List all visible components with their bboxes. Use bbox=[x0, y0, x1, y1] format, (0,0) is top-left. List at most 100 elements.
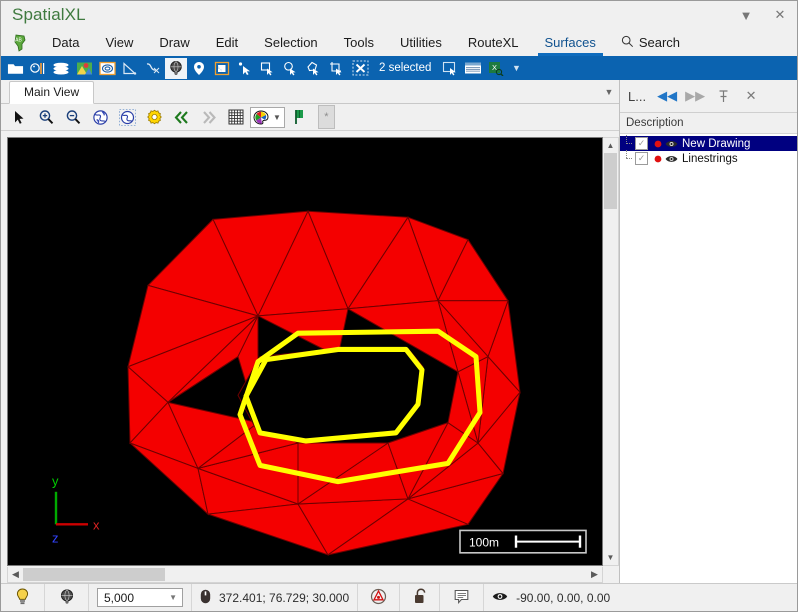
layer-visibility-icon[interactable] bbox=[664, 139, 679, 149]
layers-column-header: Description bbox=[620, 113, 797, 134]
palette-tools-icon[interactable] bbox=[27, 58, 49, 79]
title-bar: SpatialXL ▼ ✕ bbox=[1, 1, 797, 29]
comment-icon[interactable] bbox=[454, 589, 469, 607]
layers-panel-title: L... bbox=[628, 88, 647, 104]
tab-main-view[interactable]: Main View bbox=[9, 81, 95, 104]
select-polygon-icon[interactable] bbox=[303, 58, 325, 79]
map-pin-icon[interactable] bbox=[188, 58, 210, 79]
map-canvas[interactable]: y x z 100m bbox=[7, 137, 603, 566]
table-report-icon[interactable] bbox=[462, 58, 484, 79]
menu-item-tools[interactable]: Tools bbox=[331, 29, 387, 56]
layer-row-new-drawing[interactable]: ✓ New Drawing bbox=[620, 135, 797, 151]
status-annotation-cell[interactable] bbox=[440, 584, 485, 611]
chevron-down-icon[interactable]: ▼ bbox=[603, 550, 618, 565]
layer-checkbox[interactable]: ✓ bbox=[635, 152, 648, 165]
globe-surface-icon[interactable] bbox=[165, 57, 187, 79]
menu-label: Draw bbox=[159, 35, 190, 50]
layer-checkbox[interactable]: ✓ bbox=[635, 137, 648, 150]
gear-settings-icon[interactable] bbox=[142, 106, 167, 128]
horizontal-scroll-thumb[interactable] bbox=[23, 568, 165, 581]
menu-item-selection[interactable]: Selection bbox=[251, 29, 330, 56]
color-palette-icon bbox=[251, 109, 270, 125]
map-image-icon[interactable] bbox=[73, 58, 95, 79]
scale-combo[interactable]: 5,000 ▼ bbox=[97, 588, 183, 607]
chevron-down-icon[interactable]: ▼ bbox=[599, 82, 619, 103]
close-icon[interactable]: ✕ bbox=[738, 84, 764, 108]
tab-label: Main View bbox=[24, 85, 80, 99]
forward-fast-icon[interactable] bbox=[196, 106, 221, 128]
menu-label: Tools bbox=[343, 35, 375, 50]
arrow-cursor-icon[interactable] bbox=[7, 106, 32, 128]
layer-color-dot-icon[interactable] bbox=[651, 155, 664, 163]
layers-stack-icon[interactable] bbox=[50, 58, 72, 79]
spline-curve-icon[interactable] bbox=[142, 58, 164, 79]
grid-icon[interactable] bbox=[223, 106, 248, 128]
layer-row-linestrings[interactable]: ✓ Linestrings bbox=[620, 150, 797, 166]
menu-item-routexl[interactable]: RouteXL bbox=[455, 29, 532, 56]
select-circle-icon[interactable] bbox=[280, 58, 302, 79]
layers-panel-header: L... ◀◀ ▶▶ ✕ bbox=[620, 80, 797, 113]
chevron-down-icon[interactable]: ▼ bbox=[270, 113, 284, 122]
select-rectangle-icon[interactable] bbox=[257, 58, 279, 79]
clear-selection-icon[interactable] bbox=[349, 58, 371, 79]
color-palette-control[interactable]: ▼ bbox=[250, 106, 285, 128]
layer-color-dot-icon[interactable] bbox=[651, 140, 664, 148]
rewind-fast-icon[interactable] bbox=[169, 106, 194, 128]
menu-search[interactable]: Search bbox=[609, 29, 692, 56]
app-logo-icon[interactable]: AB bbox=[1, 29, 39, 56]
status-lock-cell[interactable] bbox=[400, 584, 441, 611]
next-icon[interactable]: ▶▶ bbox=[682, 84, 708, 108]
zoom-out-icon[interactable] bbox=[61, 106, 86, 128]
vertical-scroll-thumb[interactable] bbox=[604, 153, 617, 209]
status-snap-cell[interactable] bbox=[358, 584, 401, 611]
status-lightbulb-cell[interactable] bbox=[1, 584, 45, 611]
lock-open-icon[interactable] bbox=[413, 588, 427, 607]
search-icon bbox=[621, 35, 634, 51]
chevron-down-icon[interactable]: ▼ bbox=[508, 58, 524, 79]
layers-tree[interactable]: ✓ New Drawing ✓ Linestrings bbox=[620, 134, 797, 583]
chevron-down-icon[interactable]: ▼ bbox=[729, 1, 763, 29]
asterisk-icon[interactable]: * bbox=[317, 105, 335, 129]
menu-item-data[interactable]: Data bbox=[39, 29, 92, 56]
green-flag-icon[interactable] bbox=[287, 106, 312, 128]
lightbulb-icon[interactable] bbox=[15, 587, 30, 608]
triangle-measure-icon[interactable] bbox=[119, 58, 141, 79]
selection-window-icon[interactable] bbox=[439, 58, 461, 79]
open-folder-icon[interactable] bbox=[4, 58, 26, 79]
layer-label: New Drawing bbox=[682, 137, 751, 150]
svg-text:AB: AB bbox=[15, 37, 22, 43]
zoom-in-icon[interactable] bbox=[34, 106, 59, 128]
menu-item-edit[interactable]: Edit bbox=[203, 29, 251, 56]
select-crop-icon[interactable] bbox=[326, 58, 348, 79]
view-angles: -90.00, 0.00, 0.00 bbox=[516, 590, 611, 605]
menu-item-view[interactable]: View bbox=[92, 29, 146, 56]
prev-icon[interactable]: ◀◀ bbox=[654, 84, 680, 108]
canvas-horizontal-scrollbar[interactable]: ◀ ▶ bbox=[7, 567, 603, 583]
surface-contour-icon[interactable] bbox=[96, 58, 118, 79]
status-globe-cell[interactable] bbox=[45, 584, 89, 611]
chevron-right-icon[interactable]: ▶ bbox=[587, 567, 602, 582]
horizontal-scroll-track[interactable] bbox=[165, 567, 587, 582]
canvas-vertical-scrollbar[interactable]: ▲ ▼ bbox=[603, 137, 619, 566]
menu-item-draw[interactable]: Draw bbox=[146, 29, 202, 56]
view-toolbar: ▼ * bbox=[1, 104, 619, 131]
menu-item-utilities[interactable]: Utilities bbox=[387, 29, 455, 56]
document-tab-strip: Main View ▼ bbox=[1, 80, 619, 104]
excel-export-icon[interactable]: X bbox=[485, 58, 507, 79]
menu-item-surfaces[interactable]: Surfaces bbox=[532, 29, 609, 56]
chevron-down-icon[interactable]: ▼ bbox=[169, 593, 179, 602]
snap-target-icon[interactable] bbox=[370, 588, 387, 608]
main-body: Main View ▼ ▼ * y x z 100m ▲ ▼ ◀ ▶ L... … bbox=[1, 80, 797, 583]
select-point-icon[interactable] bbox=[234, 58, 256, 79]
selection-status: 2 selected bbox=[379, 62, 432, 74]
globe-rotate-icon[interactable] bbox=[88, 106, 113, 128]
chevron-left-icon[interactable]: ◀ bbox=[8, 567, 23, 582]
note-page-icon[interactable] bbox=[211, 58, 233, 79]
globe-pan-icon[interactable] bbox=[115, 106, 140, 128]
globe-wire-icon[interactable] bbox=[59, 588, 75, 607]
pin-icon[interactable] bbox=[710, 84, 736, 108]
chevron-up-icon[interactable]: ▲ bbox=[603, 138, 618, 153]
close-icon[interactable]: ✕ bbox=[763, 1, 797, 29]
layer-visibility-icon[interactable] bbox=[664, 154, 679, 164]
vertical-scroll-track[interactable] bbox=[603, 209, 618, 550]
